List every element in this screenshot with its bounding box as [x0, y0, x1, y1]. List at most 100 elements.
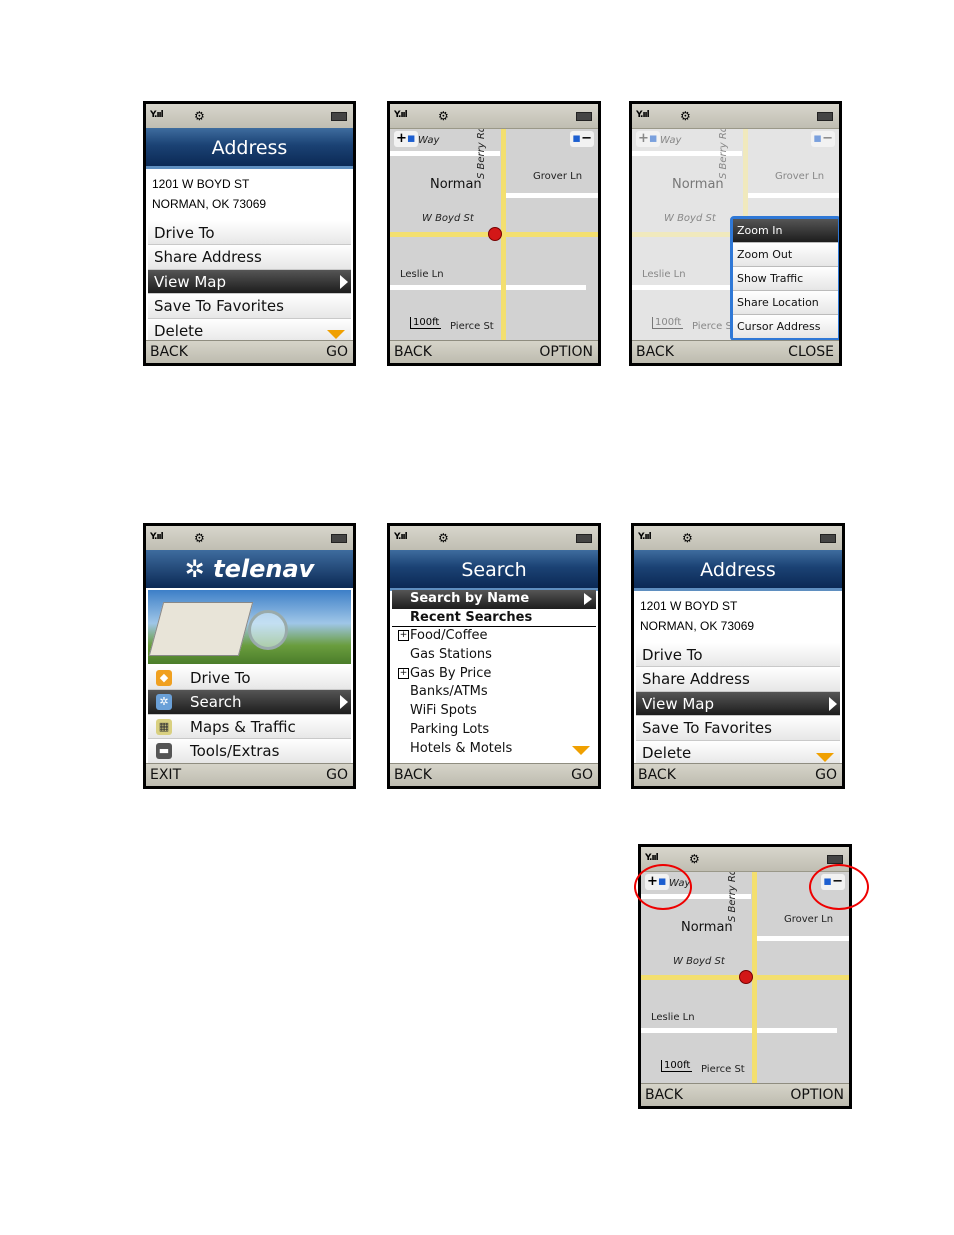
home-screen: Y.ııl ⚙ ✲ telenav ◆ Drive To ✲ Search ▦ Map… — [143, 523, 356, 789]
search-item-hotels[interactable]: Hotels & Motels — [392, 740, 596, 759]
map-label-berry: S Berry Rd — [727, 872, 738, 922]
menu-item-drive-to[interactable]: ◆ Drive To — [148, 666, 351, 691]
exit-button[interactable]: EXIT — [150, 764, 181, 786]
expand-icon[interactable]: + — [398, 667, 409, 679]
menu-item-search[interactable]: ✲ Search — [148, 690, 351, 715]
back-button[interactable]: BACK — [394, 764, 432, 786]
option-button[interactable]: OPTION — [539, 341, 593, 363]
menu-item-save-favorites[interactable]: Save To Favorites — [636, 716, 840, 741]
home-menu: ◆ Drive To ✲ Search ▦ Maps & Traffic ▬ Tools… — [148, 666, 351, 764]
signal-icon: Y.ııl — [150, 532, 164, 542]
map-label-way: Way — [418, 135, 440, 146]
map-label-pierce: Pierce St — [450, 321, 494, 332]
map-scale: 100ft — [652, 317, 684, 329]
zoom-out-icon[interactable]: ▪− — [811, 131, 835, 147]
popup-item-show-traffic[interactable]: Show Traffic — [733, 267, 838, 291]
zoom-out-icon[interactable]: ▪− — [570, 131, 594, 147]
map-label-norman: Norman — [672, 177, 724, 192]
menu-item-share-address[interactable]: Share Address — [636, 667, 840, 692]
map-label-grover: Grover Ln — [775, 171, 825, 182]
popup-item-share-location[interactable]: Share Location — [733, 291, 838, 315]
battery-icon — [827, 855, 843, 864]
gps-icon: ⚙ — [682, 531, 693, 545]
softkey-bar: BACK OPTION — [390, 340, 598, 363]
menu-item-view-map[interactable]: View Map — [148, 269, 351, 295]
search-screen: Y.ııl ⚙ Search Search by Name Recent Sea… — [387, 523, 601, 789]
road — [757, 936, 849, 941]
map-view[interactable]: +▪ Way ▪− Norman S Berry Rd Grover Ln W … — [390, 129, 598, 340]
popup-item-zoom-in[interactable]: Zoom In — [733, 219, 838, 243]
popup-item-zoom-out[interactable]: Zoom Out — [733, 243, 838, 267]
search-item-parking[interactable]: Parking Lots — [392, 721, 596, 740]
search-item-banks-atms[interactable]: Banks/ATMs — [392, 683, 596, 702]
battery-icon — [820, 534, 836, 543]
map-scale: 100ft — [410, 317, 442, 329]
popup-item-cursor-address[interactable]: Cursor Address — [733, 315, 838, 338]
go-button[interactable]: GO — [571, 764, 593, 786]
scroll-down-icon[interactable] — [572, 746, 590, 755]
signal-icon: Y.ııl — [394, 110, 408, 120]
map-label-boyd: W Boyd St — [673, 956, 725, 967]
map-label-berry: S Berry Rd — [718, 129, 729, 179]
options-popup-menu: Zoom In Zoom Out Show Traffic Share Loca… — [730, 216, 839, 341]
map-book-icon — [148, 602, 254, 656]
map-label-berry: S Berry Rd — [476, 129, 487, 179]
menu-item-view-map[interactable]: View Map — [636, 691, 840, 717]
highlight-circle-zoom-in — [634, 864, 692, 910]
softkey-bar: BACK GO — [146, 340, 353, 363]
go-button[interactable]: GO — [815, 764, 837, 786]
go-button[interactable]: GO — [326, 341, 348, 363]
gps-icon: ⚙ — [438, 531, 449, 545]
status-bar: Y.ııl ⚙ — [634, 526, 842, 551]
scroll-down-icon[interactable] — [816, 753, 834, 762]
go-button[interactable]: GO — [326, 764, 348, 786]
address-screen-1: Y.ııl ⚙ Address 1201 W BOYD ST NORMAN, O… — [143, 101, 356, 366]
expand-icon[interactable]: + — [398, 630, 409, 642]
search-item-food-coffee[interactable]: + Food/Coffee — [392, 627, 596, 646]
drive-to-icon: ◆ — [156, 670, 172, 686]
menu-item-drive-to[interactable]: Drive To — [148, 221, 351, 246]
search-item-gas-stations[interactable]: Gas Stations — [392, 646, 596, 665]
status-bar: Y.ııl ⚙ — [632, 104, 839, 129]
search-list: Search by Name Recent Searches + Food/Cof… — [392, 590, 596, 758]
search-item-wifi[interactable]: WiFi Spots — [392, 702, 596, 721]
logo-mark-icon: ✲ — [184, 555, 214, 583]
back-button[interactable]: BACK — [636, 341, 674, 363]
menu-item-delete[interactable]: Delete — [636, 740, 840, 765]
menu-item-share-address[interactable]: Share Address — [148, 245, 351, 270]
map-screen-1: Y.ııl ⚙ +▪ Way ▪− Norman S Berry Rd Grov… — [387, 101, 601, 366]
menu-item-maps-traffic[interactable]: ▦ Maps & Traffic — [148, 714, 351, 740]
scroll-down-icon[interactable] — [327, 330, 345, 339]
address-text: 1201 W BOYD ST NORMAN, OK 73069 — [152, 174, 266, 214]
status-bar: Y.ııl ⚙ — [390, 104, 598, 129]
location-pin-icon[interactable] — [739, 970, 753, 984]
map-label-grover: Grover Ln — [784, 914, 834, 925]
signal-icon: Y.ııl — [636, 110, 650, 120]
search-item-by-name[interactable]: Search by Name — [392, 590, 596, 609]
option-button[interactable]: OPTION — [790, 1084, 844, 1106]
menu-item-tools-extras[interactable]: ▬ Tools/Extras — [148, 739, 351, 764]
location-pin-icon[interactable] — [488, 227, 502, 241]
softkey-bar: BACK OPTION — [641, 1083, 849, 1106]
close-button[interactable]: CLOSE — [788, 341, 834, 363]
menu-item-save-favorites[interactable]: Save To Favorites — [148, 294, 351, 319]
back-button[interactable]: BACK — [645, 1084, 683, 1106]
softkey-bar: BACK GO — [390, 763, 598, 786]
menu-item-drive-to[interactable]: Drive To — [636, 643, 840, 668]
back-button[interactable]: BACK — [150, 341, 188, 363]
search-item-recent[interactable]: Recent Searches — [392, 609, 596, 628]
search-icon: ✲ — [156, 694, 172, 711]
address-line2: NORMAN, OK 73069 — [640, 619, 755, 633]
map-label-grover: Grover Ln — [533, 171, 583, 182]
address-line2: NORMAN, OK 73069 — [152, 197, 267, 211]
back-button[interactable]: BACK — [638, 764, 676, 786]
road — [641, 1028, 837, 1033]
battery-icon — [576, 534, 592, 543]
battery-icon — [576, 112, 592, 121]
map-label-leslie: Leslie Ln — [400, 269, 444, 280]
zoom-in-icon[interactable]: +▪ — [394, 131, 418, 147]
battery-icon — [817, 112, 833, 121]
back-button[interactable]: BACK — [394, 341, 432, 363]
search-item-gas-by-price[interactable]: + Gas By Price — [392, 665, 596, 684]
zoom-in-icon[interactable]: +▪ — [636, 131, 660, 147]
